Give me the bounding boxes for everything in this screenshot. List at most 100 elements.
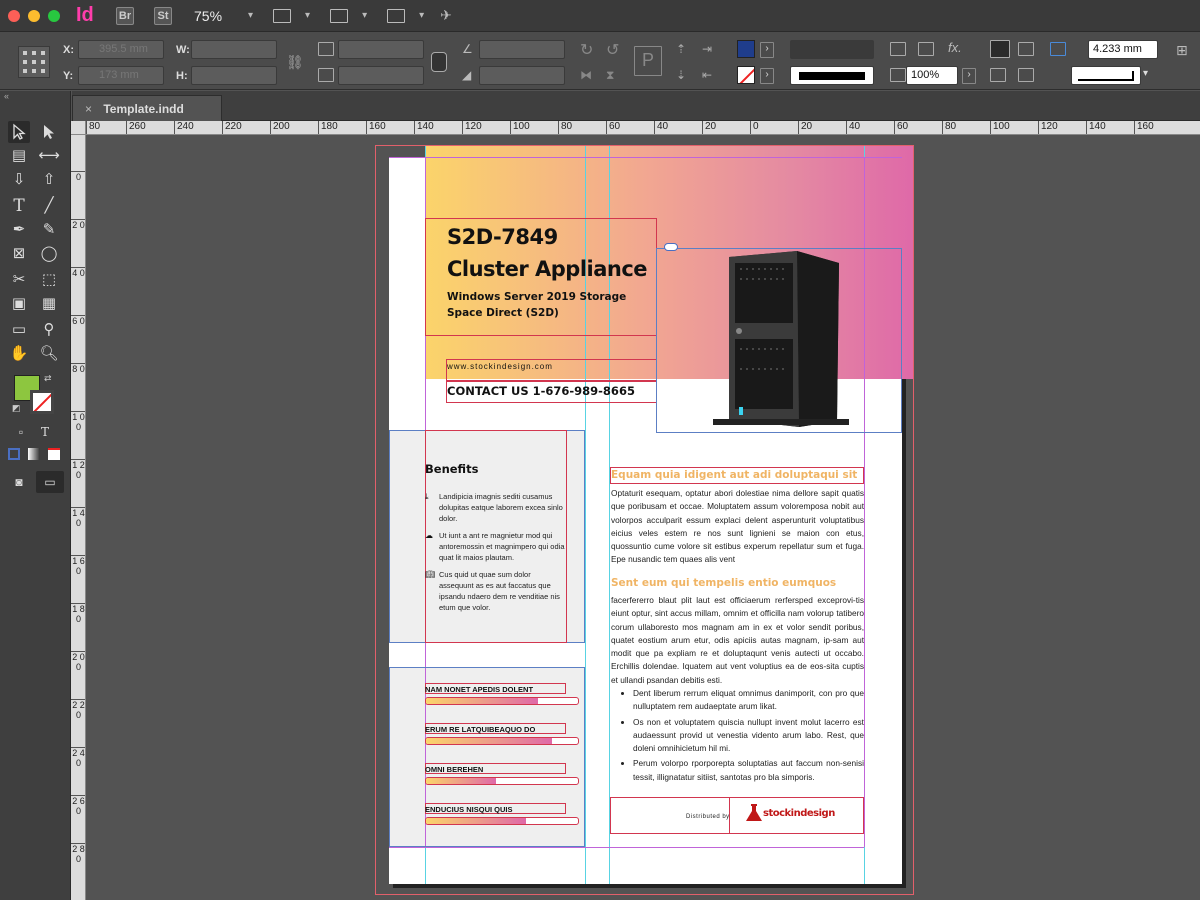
stock-button[interactable]: St (154, 6, 172, 25)
formatting-container-icon[interactable]: ▫ (10, 421, 32, 443)
width-field[interactable] (191, 40, 277, 59)
screen-mode-icon[interactable] (330, 8, 349, 23)
select-child-icon[interactable]: ⇤ (702, 68, 718, 82)
rotation-angle-field[interactable] (479, 40, 565, 59)
rotate-ccw-icon[interactable]: ↺ (606, 40, 622, 59)
select-content-icon[interactable]: ⇣ (676, 68, 692, 82)
apply-gradient-icon[interactable] (23, 445, 45, 467)
article-paragraph-2[interactable]: facerfererro blaut plit laut est officia… (611, 594, 864, 687)
apply-color-icon[interactable] (3, 445, 25, 467)
zoom-level[interactable]: 75% (194, 8, 234, 24)
stroke-weight-mm-field[interactable]: 4.233 mm (1088, 40, 1158, 59)
close-window-button[interactable] (8, 9, 20, 22)
pencil-tool-icon[interactable]: ✎ (38, 219, 60, 241)
constrain-scale-icon[interactable] (431, 52, 447, 72)
gradient-swatch-tool-icon[interactable]: ▣ (8, 293, 30, 315)
stroke-menu-chevron-icon[interactable]: › (760, 68, 774, 84)
server-image[interactable] (709, 249, 849, 431)
zoom-window-button[interactable] (48, 9, 60, 22)
bridge-button[interactable]: Br (116, 6, 134, 25)
height-field[interactable] (191, 66, 277, 85)
page-tool-icon[interactable]: ▤ (8, 145, 30, 167)
zoom-dropdown-chevron-icon[interactable]: ▾ (248, 10, 253, 21)
reference-point-icon[interactable] (18, 46, 50, 78)
selection-tool-icon[interactable] (8, 121, 30, 143)
formatting-text-icon[interactable]: T (34, 421, 56, 443)
fill-swatch[interactable] (737, 40, 755, 58)
gap-tool-icon[interactable]: ⟷ (38, 145, 60, 167)
horizontal-ruler[interactable]: 80 260 240 220 200 180 160 140 120 100 80 60 40 20 0 20… (86, 121, 1200, 135)
zoom-tool-icon[interactable]: 🔍︎ (38, 343, 60, 365)
article-paragraph-1[interactable]: Optaturit esequam, optatur abori dolesti… (611, 487, 864, 567)
article-list[interactable]: Dent liberum rerrum eliquat omnimus dani… (611, 687, 864, 786)
view-options-chevron-icon[interactable]: ▾ (305, 10, 310, 21)
article-heading-2[interactable]: Sent eum qui tempelis entio eumquos (611, 577, 836, 589)
scale-x-icon[interactable] (318, 42, 334, 56)
effects-icon[interactable]: fx. (948, 40, 964, 55)
benefit-item[interactable]: Ut iunt a ant re magnietur mod qui antor… (439, 530, 567, 563)
select-previous-object-icon[interactable]: ⇡ (676, 42, 692, 56)
select-next-object-icon[interactable]: ⇥ (702, 42, 718, 56)
rotate-cw-icon[interactable]: ↻ (580, 40, 596, 59)
opacity-icon[interactable] (890, 68, 906, 82)
text-wrap-bbox-icon[interactable] (1018, 42, 1034, 56)
stroke-swatch[interactable] (737, 66, 755, 84)
shear-angle-icon[interactable]: ◢ (462, 68, 478, 82)
line-tool-icon[interactable]: ╱ (38, 195, 60, 217)
shear-angle-field[interactable] (479, 66, 565, 85)
apply-none-icon[interactable] (43, 445, 65, 467)
normal-view-icon[interactable]: ◙ (8, 471, 30, 493)
link-icon[interactable] (664, 243, 678, 251)
drop-shadow-icon[interactable] (918, 42, 934, 56)
rectangle-frame-tool-icon[interactable]: ⊠ (8, 243, 30, 265)
content-placer-tool-icon[interactable]: ⇧ (38, 169, 60, 191)
vertical-ruler[interactable]: 0 2 0 4 0 6 0 8 0 1 0 0 1 2 0 1 4 0 1 6 0 1 8 0 2 … (71, 135, 86, 900)
ruler-origin[interactable] (71, 121, 86, 135)
fill-menu-chevron-icon[interactable]: › (760, 42, 774, 58)
auto-fit-icon[interactable] (1018, 68, 1034, 82)
content-collector-tool-icon[interactable]: ⇩ (8, 169, 30, 191)
benefit-item[interactable]: Landipicia imagnis sediti cusamus dolupi… (439, 491, 567, 524)
ellipse-tool-icon[interactable]: ◯ (38, 243, 60, 265)
collapse-panel-icon[interactable]: « (4, 91, 9, 101)
text-wrap-none-icon[interactable] (990, 40, 1010, 58)
view-options-icon[interactable] (273, 8, 292, 23)
arrange-documents-icon[interactable] (387, 8, 406, 23)
document-tab[interactable]: × Template.indd (72, 95, 222, 121)
arrange-documents-chevron-icon[interactable]: ▾ (419, 10, 424, 21)
swap-colors-icon[interactable]: ⇄ (44, 373, 52, 384)
y-position-field[interactable]: 173 mm (78, 66, 164, 85)
stroke-weight-field[interactable] (790, 40, 874, 59)
x-position-field[interactable]: 395.5 mm (78, 40, 164, 59)
minimize-window-button[interactable] (28, 9, 40, 22)
document-page[interactable]: S2D-7849 Cluster Appliance Windows Serve… (389, 146, 914, 884)
scale-y-field[interactable] (338, 66, 424, 85)
stroke-type-field[interactable] (790, 66, 874, 85)
stroke-color-swatch[interactable] (30, 390, 54, 414)
text-wrap-shape-icon[interactable] (990, 68, 1006, 82)
distributed-by-label[interactable]: Distributed by (686, 814, 730, 820)
benefit-item[interactable]: Cus quid ut quae sum dolor assequunt as … (439, 569, 567, 613)
eyedropper-tool-icon[interactable]: ⚲ (38, 319, 60, 341)
frame-fitting-icon[interactable] (890, 42, 906, 56)
gradient-feather-tool-icon[interactable]: ▦ (38, 293, 60, 315)
scissors-tool-icon[interactable]: ✂ (8, 269, 30, 291)
stockindesign-logo[interactable]: stockindesign (745, 803, 835, 823)
type-tool-icon[interactable]: T (8, 195, 30, 217)
product-subtitle[interactable]: Windows Server 2019 Storage Space Direct… (447, 289, 626, 321)
stroke-style-chevron-icon[interactable]: ▾ (1143, 68, 1159, 82)
stroke-style-field[interactable] (1071, 66, 1141, 85)
preview-mode-icon[interactable]: ▭ (36, 471, 64, 493)
scale-x-field[interactable] (338, 40, 424, 59)
opacity-chevron-icon[interactable]: › (962, 68, 976, 84)
rotation-angle-icon[interactable]: ∠ (462, 42, 478, 56)
note-tool-icon[interactable]: ▭ (8, 319, 30, 341)
gpu-performance-icon[interactable]: ✈ (440, 7, 452, 24)
stroke-align-icon[interactable] (1050, 42, 1066, 56)
scale-y-icon[interactable] (318, 68, 334, 82)
pen-tool-icon[interactable]: ✒ (8, 219, 30, 241)
article-heading-1[interactable]: Equam quia idigent aut adi doluptaqui si… (611, 469, 857, 481)
constrain-proportions-icon[interactable]: ⛓ (286, 54, 304, 70)
screen-mode-chevron-icon[interactable]: ▾ (362, 10, 367, 21)
benefits-heading[interactable]: Benefits (425, 462, 478, 476)
